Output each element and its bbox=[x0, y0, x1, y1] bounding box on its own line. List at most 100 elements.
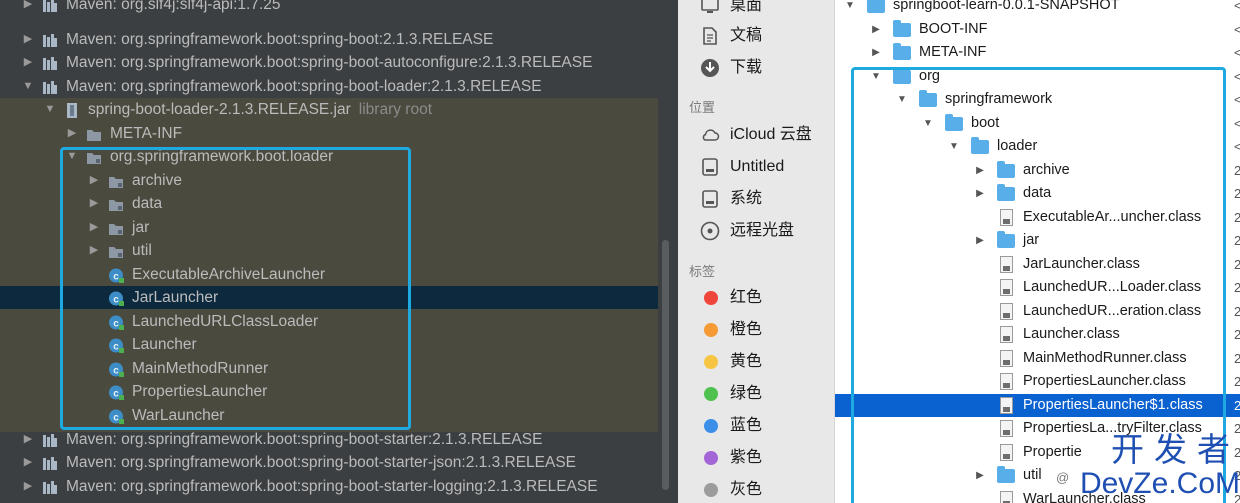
finder-folder-row[interactable]: ▶ META-INF < bbox=[835, 41, 1240, 64]
sidebar-item[interactable]: 文稿 bbox=[678, 21, 834, 51]
highlight-callout-box bbox=[60, 147, 411, 430]
expand-arrow-icon[interactable]: ▶ bbox=[22, 428, 34, 451]
truncated-column-text: < bbox=[1234, 88, 1240, 111]
tree-node[interactable]: ▶ Maven: org.springframework.boot:spring-… bbox=[0, 428, 678, 451]
sidebar-item[interactable]: 灰色 bbox=[678, 475, 834, 503]
tree-node-text: Maven: org.springframework.boot:spring-b… bbox=[66, 54, 593, 71]
tree-node[interactable]: ▶ Maven: org.slf4j:slf4j-api:1.7.25 bbox=[0, 0, 678, 16]
sidebar-item-label: 蓝色 bbox=[730, 417, 763, 434]
collapse-arrow-icon[interactable]: ▼ bbox=[44, 98, 56, 121]
tree-node[interactable]: ▼ Maven: org.springframework.boot:spring-… bbox=[0, 75, 678, 98]
tree-node[interactable]: ▶ Maven: org.springframework.boot:spring-… bbox=[0, 451, 678, 474]
truncated-column-text: 2 bbox=[1234, 253, 1240, 276]
library-icon bbox=[42, 0, 58, 12]
tags-heading: 标签 bbox=[689, 264, 716, 279]
truncated-column-text: < bbox=[1234, 135, 1240, 158]
tree-node[interactable]: ▼ spring-boot-loader-2.1.3.RELEASE.jar lib… bbox=[0, 98, 678, 121]
watermark-at: @ bbox=[1056, 470, 1070, 485]
icloud-icon bbox=[700, 125, 720, 145]
tree-node-label: Maven: org.springframework.boot:spring-b… bbox=[66, 28, 493, 51]
expand-arrow-icon[interactable]: ▶ bbox=[22, 475, 34, 498]
desktop-icon bbox=[700, 0, 720, 16]
tree-node[interactable]: ▶ Maven: org.springframework.boot:spring-… bbox=[0, 51, 678, 74]
truncated-column-text: 2 bbox=[1234, 347, 1240, 370]
sidebar-item-label: 灰色 bbox=[730, 481, 763, 498]
truncated-column-text: < bbox=[1234, 0, 1240, 17]
sidebar-item[interactable]: 黄色 bbox=[678, 347, 834, 377]
locations-heading: 位置 bbox=[689, 100, 716, 115]
watermark-line1: 开发者 bbox=[1111, 431, 1240, 468]
truncated-column-text: 2 bbox=[1234, 182, 1240, 205]
sidebar-item[interactable]: 蓝色 bbox=[678, 411, 834, 441]
tag-color-dot-icon bbox=[704, 355, 718, 369]
tag-color-dot-icon bbox=[704, 291, 718, 305]
expand-arrow-icon[interactable]: ▶ bbox=[22, 451, 34, 474]
sidebar-item[interactable]: 远程光盘 bbox=[678, 216, 834, 246]
truncated-column-text: < bbox=[1234, 18, 1240, 41]
library-root-hint: library root bbox=[358, 101, 432, 118]
expand-arrow-icon[interactable]: ▶ bbox=[22, 0, 34, 16]
tree-node[interactable]: ▶ Maven: org.springframework.boot:spring-… bbox=[0, 475, 678, 498]
sidebar-item[interactable]: iCloud 云盘 bbox=[678, 120, 834, 150]
sidebar-item[interactable]: 紫色 bbox=[678, 443, 834, 473]
sidebar-item-label: 橙色 bbox=[730, 321, 763, 338]
truncated-column-text: 2 bbox=[1234, 276, 1240, 299]
finder-sidebar: 桌面文稿下载 位置 iCloud 云盘 Untitled 系统 远程光盘 标签 红色橙… bbox=[678, 0, 834, 503]
finder-file-list: ▼ springboot-learn-0.0.1-SNAPSHOT < ▶ BOOT-I… bbox=[834, 0, 1240, 503]
disclosure-open-icon[interactable]: ▼ bbox=[845, 0, 855, 17]
tree-node[interactable]: ▶ META-INF bbox=[0, 122, 678, 145]
sidebar-item-label: 下载 bbox=[730, 59, 763, 76]
tree-node-label: Maven: org.springframework.boot:spring-b… bbox=[66, 475, 598, 498]
sidebar-item[interactable]: 红色 bbox=[678, 283, 834, 313]
truncated-column-text: 2 bbox=[1234, 323, 1240, 346]
sidebar-item[interactable]: 桌面 bbox=[678, 0, 834, 21]
tree-node[interactable]: ▶ Maven: org.springframework.boot:spring-… bbox=[0, 28, 678, 51]
collapse-arrow-icon[interactable]: ▼ bbox=[22, 75, 34, 98]
expand-arrow-icon[interactable]: ▶ bbox=[66, 122, 78, 145]
sidebar-item[interactable]: Untitled bbox=[678, 152, 834, 182]
disk-icon bbox=[700, 189, 720, 209]
ide-project-tree: ▶ Maven: org.slf4j:slf4j-api:1.7.25 ▶ Maven… bbox=[0, 0, 678, 503]
documents-icon bbox=[700, 26, 720, 46]
finder-folder-row[interactable]: ▶ BOOT-INF < bbox=[835, 18, 1240, 41]
disclosure-closed-icon[interactable]: ▶ bbox=[871, 18, 881, 41]
library-icon bbox=[42, 32, 58, 47]
tag-color-dot-icon bbox=[704, 451, 718, 465]
sidebar-item-label: 文稿 bbox=[730, 27, 763, 44]
library-icon bbox=[42, 479, 58, 494]
finder-folder-row[interactable]: ▼ springboot-learn-0.0.1-SNAPSHOT < bbox=[835, 0, 1240, 17]
sidebar-item[interactable]: 系统 bbox=[678, 184, 834, 214]
sidebar-item-label: 紫色 bbox=[730, 449, 763, 466]
folder-icon bbox=[893, 20, 911, 38]
folder-icon bbox=[867, 0, 885, 14]
tree-node-text: META-INF bbox=[110, 125, 183, 142]
truncated-column-text: < bbox=[1234, 65, 1240, 88]
tree-node-label: Maven: org.springframework.boot:spring-b… bbox=[66, 51, 592, 74]
tag-color-dot-icon bbox=[704, 483, 718, 497]
sidebar-item[interactable]: 下载 bbox=[678, 53, 834, 83]
tree-node-text: Maven: org.springframework.boot:spring-b… bbox=[66, 478, 598, 495]
disk-icon bbox=[700, 157, 720, 177]
sidebar-item[interactable]: 绿色 bbox=[678, 379, 834, 409]
truncated-column-text: < bbox=[1234, 112, 1240, 135]
tree-node-text: Maven: org.slf4j:slf4j-api:1.7.25 bbox=[66, 0, 281, 13]
tree-node-label: META-INF bbox=[110, 122, 182, 145]
sidebar-item[interactable]: 橙色 bbox=[678, 315, 834, 345]
truncated-column-text: 2 bbox=[1234, 159, 1240, 182]
expand-arrow-icon[interactable]: ▶ bbox=[22, 51, 34, 74]
sidebar-item-label: 黄色 bbox=[730, 353, 763, 370]
jar-icon bbox=[64, 102, 80, 118]
library-icon bbox=[42, 455, 58, 470]
tree-node-text: Maven: org.springframework.boot:spring-b… bbox=[66, 31, 494, 48]
tag-color-dot-icon bbox=[704, 387, 718, 401]
tree-node-label: Maven: org.springframework.boot:spring-b… bbox=[66, 75, 542, 98]
library-icon bbox=[42, 55, 58, 70]
expand-arrow-icon[interactable]: ▶ bbox=[22, 28, 34, 51]
vertical-scrollbar[interactable] bbox=[662, 240, 669, 490]
truncated-column-text: 2 bbox=[1234, 206, 1240, 229]
sidebar-item-label: 红色 bbox=[730, 289, 763, 306]
disclosure-closed-icon[interactable]: ▶ bbox=[871, 41, 881, 64]
tree-node-label: Maven: org.slf4j:slf4j-api:1.7.25 bbox=[66, 0, 281, 16]
tree-node-label: spring-boot-loader-2.1.3.RELEASE.jar libr… bbox=[88, 98, 432, 121]
sidebar-item-label: iCloud 云盘 bbox=[730, 126, 812, 143]
